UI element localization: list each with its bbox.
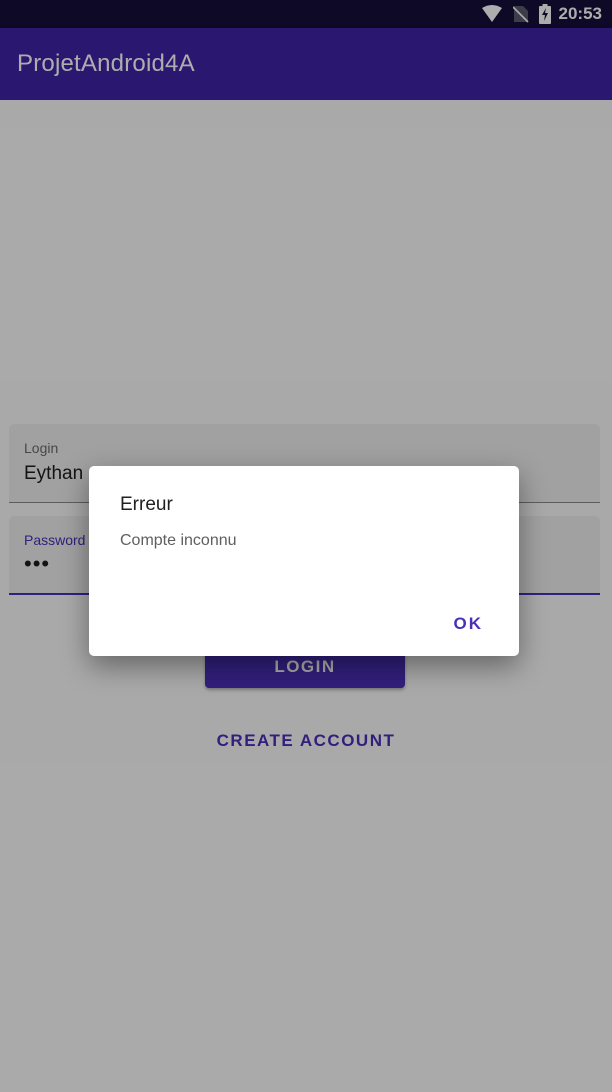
dialog-title: Erreur [120, 494, 173, 515]
dialog-message: Compte inconnu [120, 532, 237, 549]
dialog-ok-button[interactable]: OK [440, 608, 498, 640]
error-dialog: Erreur Compte inconnu OK [89, 466, 519, 656]
